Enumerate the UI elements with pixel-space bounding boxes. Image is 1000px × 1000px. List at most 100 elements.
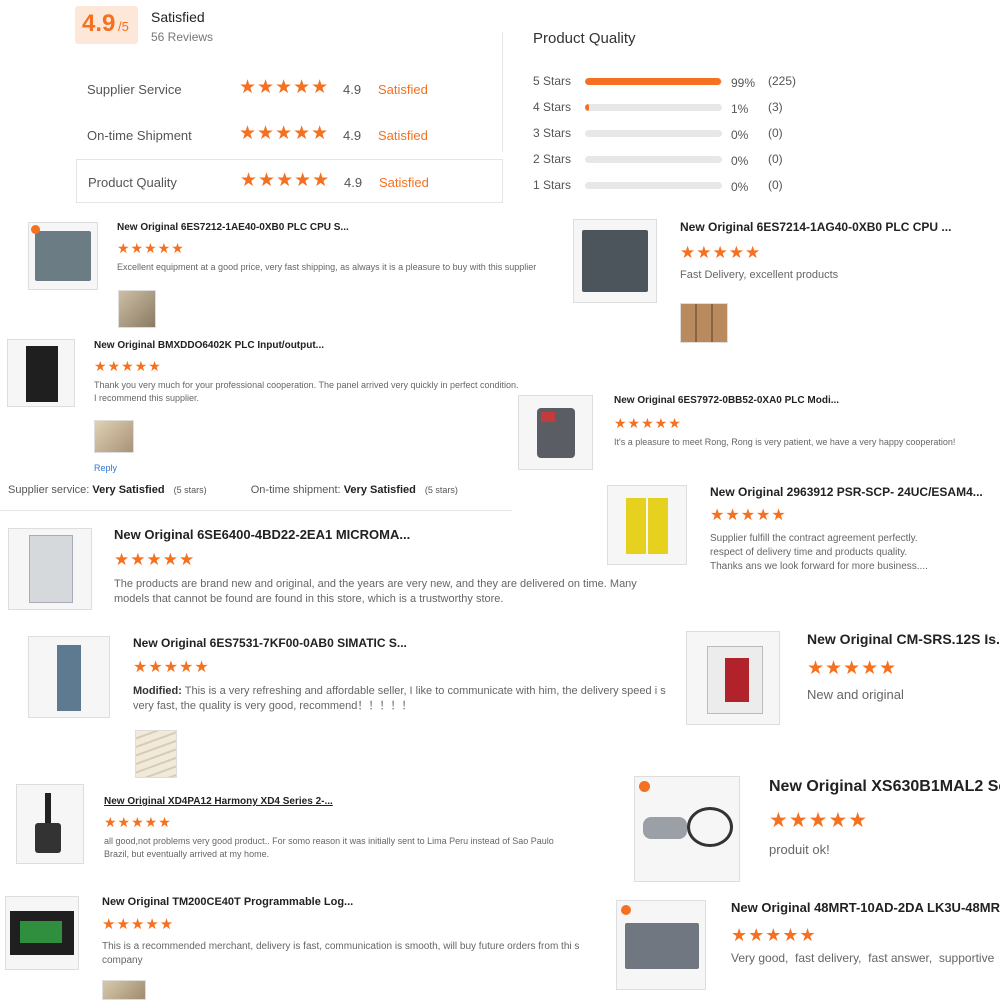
on-time-shipment-stars: (5 stars) — [424, 485, 458, 495]
review-stars: ★★★★★ — [710, 507, 787, 524]
product-thumbnail[interactable] — [16, 784, 84, 864]
review-photo[interactable] — [94, 420, 134, 453]
review-product-title[interactable]: New Original 6SE6400-4BD22-2EA1 MICROMA.… — [114, 527, 414, 542]
review-photo[interactable] — [118, 290, 156, 328]
plc-cpu-icon — [582, 230, 648, 292]
rating-row-count: (0) — [768, 178, 783, 192]
review-product-title[interactable]: New Original 6ES7531-7KF00-0AB0 SIMATIC … — [133, 636, 423, 650]
brand-logo — [621, 905, 631, 915]
review-stars: ★★★★★ — [117, 240, 185, 256]
product-thumbnail[interactable] — [518, 395, 593, 470]
rating-row-label: 5 Stars — [533, 74, 572, 88]
review-stars: ★★★★★ — [114, 550, 196, 569]
metric-value: 4.9 — [343, 128, 362, 143]
review-text: This is a recommended merchant, delivery… — [102, 941, 580, 966]
review-stars: ★★★★★ — [807, 658, 898, 679]
metric-status: Satisfied — [378, 82, 428, 97]
product-thumbnail[interactable] — [607, 485, 687, 565]
product-thumbnail[interactable] — [616, 900, 706, 990]
service-summary-line: Supplier service: Very Satisfied (5 star… — [8, 484, 458, 496]
review-product-title[interactable]: New Original XD4PA12 Harmony XD4 Series … — [104, 796, 364, 807]
review-product-title[interactable]: New Original CM-SRS.12S Is... — [807, 631, 1000, 647]
review-text: It's a pleasure to meet Rong, Rong is ve… — [614, 437, 956, 447]
review-text: Thank you very much for your professiona… — [94, 380, 519, 403]
review-text: The products are brand new and original,… — [114, 578, 637, 605]
review-text: Supplier fulfill the contract agreement … — [710, 533, 928, 572]
supplier-service-label: Supplier service: — [8, 484, 90, 496]
product-thumbnail[interactable] — [8, 528, 92, 610]
review-product-title[interactable]: New Original XS630B1MAL2 Se — [769, 778, 1000, 796]
rating-row-percent: 0% — [731, 180, 749, 194]
product-thumbnail[interactable] — [686, 631, 780, 725]
review-product-title[interactable]: New Original 48MRT-10AD-2DA LK3U-48MR — [731, 900, 1000, 915]
product-thumbnail[interactable] — [634, 776, 740, 882]
review-product-title[interactable]: New Original 2963912 PSR-SCP- 24UC/ESAM4… — [710, 485, 1000, 499]
product-thumbnail[interactable] — [7, 339, 75, 407]
rating-row: 2 Stars 0% (0) — [533, 150, 833, 170]
review-stars: ★★★★★ — [133, 659, 210, 676]
simatic-module-icon — [57, 645, 81, 711]
metric-supplier-service: Supplier Service ★★★★★ 4.9 Satisfied — [76, 67, 503, 111]
metric-value: 4.9 — [344, 175, 363, 190]
review-product-title[interactable]: New Original BMXDDO6402K PLC Input/outpu… — [94, 340, 334, 351]
review-product-title[interactable]: New Original TM200CE40T Programmable Log… — [102, 896, 372, 908]
rating-row-label: 3 Stars — [533, 126, 572, 140]
metric-label: Supplier Service — [87, 82, 182, 97]
drive-module-icon — [29, 535, 73, 603]
metric-status: Satisfied — [378, 128, 428, 143]
review-photo[interactable] — [102, 980, 146, 1000]
review-stars: ★★★★★ — [731, 925, 817, 945]
supplier-service-stars: (5 stars) — [173, 485, 207, 495]
review-stars: ★★★★★ — [104, 814, 172, 830]
rating-row-percent: 0% — [731, 154, 749, 168]
review-product-title[interactable]: New Original 6ES7214-1AG40-0XB0 PLC CPU … — [680, 220, 980, 234]
metric-label: On-time Shipment — [87, 128, 192, 143]
rating-row-count: (0) — [768, 126, 783, 140]
metric-on-time-shipment: On-time Shipment ★★★★★ 4.9 Satisfied — [76, 113, 503, 157]
brand-logo — [639, 781, 650, 792]
review-photo[interactable] — [680, 303, 728, 343]
reply-link[interactable]: Reply — [94, 463, 117, 473]
review-stars: ★★★★★ — [94, 358, 162, 374]
rating-bar-track — [585, 78, 722, 85]
rating-bar-fill — [585, 104, 590, 111]
review-text: Very good, fast delivery, fast answer, s… — [731, 951, 995, 965]
brand-logo — [31, 225, 40, 234]
review-photo[interactable] — [135, 730, 177, 778]
review-stars: ★★★★★ — [102, 916, 175, 933]
plc-controller-icon — [625, 923, 699, 969]
rating-row-percent: 1% — [731, 102, 749, 116]
rating-row-count: (225) — [768, 74, 797, 88]
review-text: Modified: This is a very refreshing and … — [133, 684, 673, 714]
modified-label: Modified: — [133, 685, 182, 697]
on-time-shipment-value: Very Satisfied — [343, 484, 416, 496]
rating-row-count: (3) — [768, 100, 783, 114]
rating-row-label: 1 Stars — [533, 178, 572, 192]
metric-stars: ★★★★★ — [240, 170, 331, 191]
product-thumbnail[interactable] — [28, 636, 110, 718]
product-thumbnail[interactable] — [5, 896, 79, 970]
plc-cpu-icon — [35, 231, 91, 281]
quality-title: Product Quality — [533, 30, 636, 47]
review-count: 56 Reviews — [151, 30, 214, 44]
io-module-icon — [26, 346, 58, 402]
review-text: New and original — [807, 687, 904, 702]
rating-bar-track — [585, 104, 722, 111]
on-time-shipment-label: On-time shipment: — [250, 484, 341, 496]
rating-bar-track — [585, 156, 722, 163]
metric-product-quality[interactable]: Product Quality ★★★★★ 4.9 Satisfied — [76, 159, 503, 203]
metric-status: Satisfied — [379, 175, 429, 190]
review-stars: ★★★★★ — [680, 243, 762, 262]
review-text: all good,not problems very good product.… — [104, 836, 554, 859]
review-product-title[interactable]: New Original 6ES7212-1AE40-0XB0 PLC CPU … — [117, 222, 447, 233]
product-thumbnail[interactable] — [573, 219, 657, 303]
proximity-sensor-icon — [643, 817, 687, 839]
rating-row-label: 2 Stars — [533, 152, 572, 166]
rating-row-percent: 0% — [731, 128, 749, 142]
rating-row-count: (0) — [768, 152, 783, 166]
review-product-title[interactable]: New Original 6ES7972-0BB52-0XA0 PLC Modi… — [614, 395, 874, 406]
metric-stars: ★★★★★ — [239, 77, 330, 98]
review-text: Fast Delivery, excellent products — [680, 269, 839, 281]
product-thumbnail[interactable] — [28, 222, 98, 290]
rating-row: 5 Stars 99% (225) — [533, 72, 833, 92]
